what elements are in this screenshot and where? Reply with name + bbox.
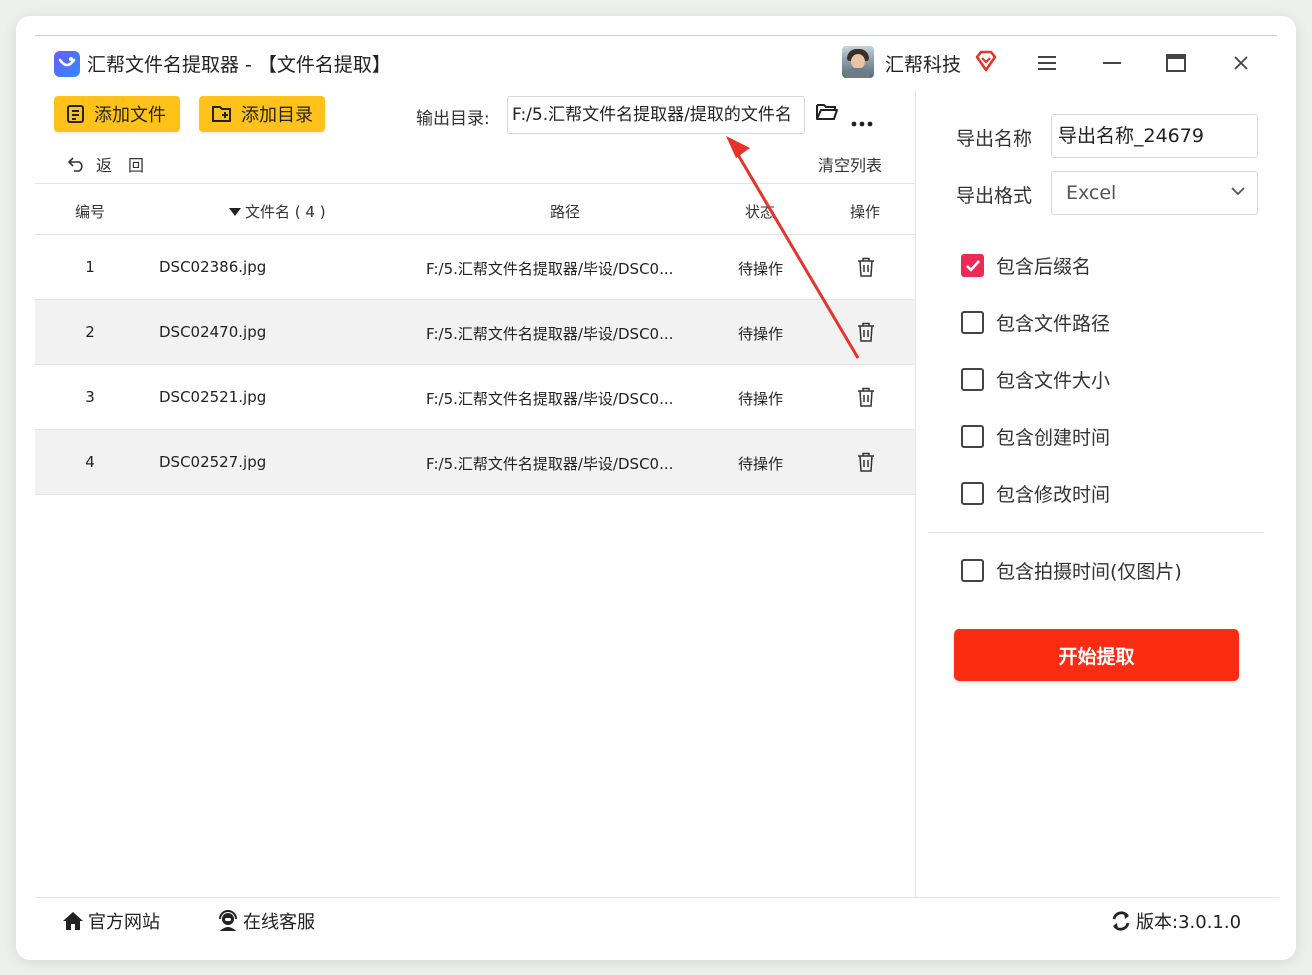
row-name: DSC02470.jpg — [159, 323, 267, 341]
row-name: DSC02521.jpg — [159, 388, 267, 406]
row-num: 1 — [85, 258, 95, 276]
add-directory-button[interactable]: 添加目录 — [199, 96, 325, 132]
app-window: 汇帮文件名提取器 - 【文件名提取】 汇帮科技 添加文件 添加目录 输出目录: … — [16, 16, 1296, 960]
back-label: 返回 — [96, 156, 161, 175]
option-label: 包含拍摄时间(仅图片) — [996, 561, 1182, 583]
open-folder-icon[interactable] — [815, 102, 839, 126]
option-label: 包含后缀名 — [996, 256, 1092, 278]
option-modified[interactable]: 包含修改时间 — [961, 480, 1110, 507]
checkbox-checked[interactable] — [961, 254, 984, 277]
online-service-label: 在线客服 — [243, 912, 315, 933]
option-label: 包含创建时间 — [996, 427, 1111, 449]
menu-icon[interactable] — [1029, 46, 1065, 80]
export-format-value: Excel — [1066, 182, 1117, 204]
option-path[interactable]: 包含文件路径 — [961, 309, 1110, 336]
vip-diamond-icon[interactable] — [974, 50, 998, 76]
header-num: 编号 — [75, 203, 106, 221]
option-created[interactable]: 包含创建时间 — [961, 423, 1110, 450]
undo-icon — [68, 157, 83, 172]
delete-icon[interactable] — [857, 387, 875, 411]
option-label: 包含修改时间 — [996, 484, 1111, 506]
row-num: 4 — [85, 453, 95, 471]
options-divider — [928, 532, 1264, 533]
row-status: 待操作 — [738, 390, 784, 408]
close-icon[interactable] — [1223, 46, 1259, 80]
output-dir-label: 输出目录: — [416, 109, 490, 129]
row-name: DSC02386.jpg — [159, 258, 267, 276]
home-icon — [63, 912, 83, 930]
export-name-input[interactable]: 导出名称_24679 — [1051, 114, 1258, 158]
add-file-button[interactable]: 添加文件 — [54, 96, 180, 132]
minimize-icon[interactable] — [1094, 46, 1130, 80]
start-extract-button[interactable]: 开始提取 — [954, 629, 1239, 681]
add-file-label: 添加文件 — [94, 105, 166, 126]
sort-down-icon — [229, 207, 241, 216]
online-service-link[interactable]: 在线客服 — [217, 908, 315, 934]
table-row[interactable]: 3 DSC02521.jpg F:/5.汇帮文件名提取器/毕设/DSC0... … — [35, 365, 915, 430]
back-button[interactable]: 返回 — [68, 152, 160, 176]
option-label: 包含文件路径 — [996, 313, 1111, 335]
row-name: DSC02527.jpg — [159, 453, 267, 471]
maximize-icon[interactable] — [1158, 46, 1194, 80]
checkbox[interactable] — [961, 311, 984, 334]
option-size[interactable]: 包含文件大小 — [961, 366, 1110, 393]
row-status: 待操作 — [738, 455, 784, 473]
add-file-icon — [67, 105, 84, 123]
option-shot-time[interactable]: 包含拍摄时间(仅图片) — [961, 557, 1182, 584]
panel-divider — [915, 90, 916, 897]
official-site-link[interactable]: 官方网站 — [62, 908, 160, 934]
header-path: 路径 — [550, 203, 581, 221]
user-avatar[interactable] — [842, 46, 874, 78]
title-bar: 汇帮文件名提取器 - 【文件名提取】 汇帮科技 — [16, 36, 1296, 90]
header-name[interactable]: 文件名 ( 4 ) — [229, 201, 326, 222]
row-path: F:/5.汇帮文件名提取器/毕设/DSC0... — [426, 260, 674, 278]
company-name[interactable]: 汇帮科技 — [885, 50, 961, 77]
customer-service-icon — [219, 910, 237, 931]
checkbox[interactable] — [961, 482, 984, 505]
header-name-label: 文件名 ( 4 ) — [245, 203, 326, 221]
add-directory-label: 添加目录 — [241, 105, 313, 126]
option-label: 包含文件大小 — [996, 370, 1111, 392]
checkbox[interactable] — [961, 559, 984, 582]
footer-divider — [35, 897, 1279, 898]
export-format-label: 导出格式 — [956, 185, 1033, 207]
row-path: F:/5.汇帮文件名提取器/毕设/DSC0... — [426, 325, 674, 343]
row-num: 3 — [85, 388, 95, 406]
row-num: 2 — [85, 323, 95, 341]
export-format-select[interactable]: Excel — [1051, 171, 1258, 215]
delete-icon[interactable] — [857, 452, 875, 476]
version-label: 版本:3.0.1.0 — [1136, 912, 1242, 933]
add-folder-icon — [212, 106, 231, 122]
row-path: F:/5.汇帮文件名提取器/毕设/DSC0... — [426, 390, 674, 408]
row-path: F:/5.汇帮文件名提取器/毕设/DSC0... — [426, 455, 674, 473]
export-name-label: 导出名称 — [956, 128, 1033, 150]
checkbox[interactable] — [961, 425, 984, 448]
option-suffix[interactable]: 包含后缀名 — [961, 252, 1091, 279]
app-logo-icon — [54, 51, 80, 77]
version-info: 版本:3.0.1.0 — [1110, 908, 1241, 934]
chevron-down-icon — [1231, 187, 1245, 196]
annotation-arrow — [726, 136, 860, 359]
table-row[interactable]: 4 DSC02527.jpg F:/5.汇帮文件名提取器/毕设/DSC0... … — [35, 430, 915, 495]
official-site-label: 官方网站 — [88, 912, 160, 933]
refresh-icon[interactable] — [1110, 910, 1132, 932]
app-title: 汇帮文件名提取器 - 【文件名提取】 — [87, 54, 391, 76]
checkbox[interactable] — [961, 368, 984, 391]
